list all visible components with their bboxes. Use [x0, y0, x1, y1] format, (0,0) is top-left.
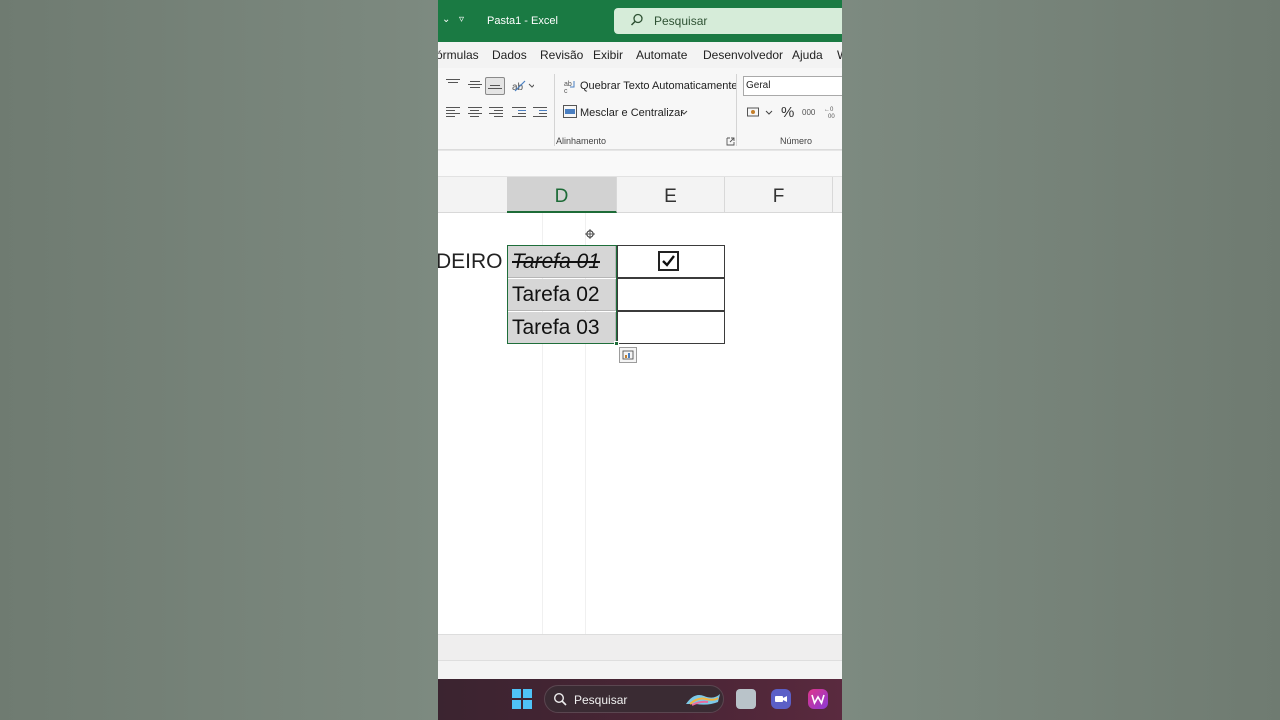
- svg-text:←0: ←0: [824, 107, 834, 113]
- search-highlight-icon: [686, 694, 720, 706]
- group-label-alignment: Alinhamento: [556, 136, 607, 146]
- tab-formulas[interactable]: órmulas: [438, 48, 479, 62]
- ribbon-separator: [554, 74, 555, 146]
- align-right-icon[interactable]: [489, 107, 503, 119]
- ribbon-tabs: órmulas Dados Revisão Exibir Automate De…: [438, 42, 842, 68]
- tab-revisao[interactable]: Revisão: [540, 48, 583, 62]
- chevron-down-icon[interactable]: [765, 110, 773, 116]
- column-headers: D E F: [438, 176, 842, 213]
- worksheet-grid[interactable]: DEIRO Tarefa 01 Tarefa 02 Tarefa 03: [438, 213, 842, 634]
- sheet-tabs-bar: [438, 634, 842, 660]
- excel-window: ⌄ ▿ Pasta1 - Excel Pesquisar órmulas Dad…: [438, 0, 842, 720]
- column-header-e[interactable]: E: [617, 177, 725, 213]
- tab-automate[interactable]: Automate: [636, 48, 687, 62]
- tab-dados[interactable]: Dados: [492, 48, 527, 62]
- svg-text:00: 00: [828, 114, 835, 119]
- ribbon-panel: ab ab c Quebrar Texto Automaticamente Me…: [438, 68, 842, 150]
- chevron-down-icon[interactable]: [680, 110, 688, 116]
- task-view-icon[interactable]: [736, 689, 756, 709]
- merge-center-button[interactable]: Mesclar e Centralizar: [580, 107, 684, 119]
- number-format-select[interactable]: Geral: [743, 76, 842, 96]
- quick-analysis-button[interactable]: [619, 347, 637, 363]
- fill-handle[interactable]: [614, 341, 619, 346]
- merge-center-icon: [563, 105, 577, 118]
- w-logo-icon: [811, 694, 825, 705]
- windows-start-icon[interactable]: [512, 689, 532, 709]
- align-left-icon[interactable]: [446, 107, 460, 119]
- background-left: [0, 0, 438, 720]
- increase-decimal-icon[interactable]: ←0 00: [824, 105, 840, 119]
- align-middle-icon[interactable]: [468, 81, 482, 93]
- search-icon: [630, 13, 643, 26]
- document-title: Pasta1 - Excel: [487, 15, 558, 27]
- decrease-indent-icon[interactable]: [512, 107, 526, 119]
- status-bar: [438, 660, 842, 679]
- svg-text:c: c: [564, 88, 568, 93]
- quick-access-dropdown[interactable]: ⌄: [442, 14, 450, 25]
- selection-range: [507, 245, 617, 344]
- tab-ajuda[interactable]: Ajuda: [792, 48, 823, 62]
- column-header-d[interactable]: D: [507, 177, 617, 213]
- cell-cursor-icon: [585, 229, 595, 239]
- column-header-f[interactable]: F: [725, 177, 833, 213]
- video-camera-icon: [775, 696, 787, 702]
- background-right: [842, 0, 1280, 720]
- tab-desenvolvedor[interactable]: Desenvolvedor: [703, 48, 783, 62]
- orientation-icon[interactable]: ab: [512, 79, 534, 93]
- align-bottom-icon: [488, 82, 502, 94]
- align-center-icon[interactable]: [468, 107, 482, 119]
- taskbar-search-placeholder: Pesquisar: [574, 693, 628, 707]
- wrap-text-icon: ab c: [564, 81, 575, 93]
- windows-taskbar: Pesquisar: [438, 679, 842, 720]
- row-label-partial[interactable]: DEIRO: [438, 250, 503, 274]
- checkbox-cell-2[interactable]: [617, 278, 725, 311]
- comma-style-button[interactable]: 000: [802, 108, 815, 117]
- search-icon: [553, 692, 567, 706]
- percent-style-button[interactable]: %: [781, 104, 794, 121]
- formula-bar-area: [438, 150, 842, 176]
- ribbon-separator: [736, 74, 737, 146]
- office-app-icon[interactable]: [808, 689, 828, 709]
- group-label-number: Número: [780, 136, 813, 146]
- increase-indent-icon[interactable]: [533, 107, 547, 119]
- checkbox-cell-3[interactable]: [617, 311, 725, 344]
- tab-more[interactable]: W: [837, 48, 842, 62]
- quick-analysis-icon: [622, 350, 634, 360]
- tab-exibir[interactable]: Exibir: [593, 48, 623, 62]
- title-bar: ⌄ ▿ Pasta1 - Excel Pesquisar: [438, 0, 842, 42]
- align-top-icon[interactable]: [446, 79, 460, 91]
- wrap-text-button[interactable]: Quebrar Texto Automaticamente: [580, 80, 738, 92]
- customize-quick-access[interactable]: ▿: [459, 14, 464, 25]
- currency-format-icon[interactable]: [747, 106, 763, 118]
- checkmark-icon: [662, 255, 675, 267]
- task-checkbox-checked[interactable]: [658, 251, 679, 271]
- search-placeholder: Pesquisar: [654, 14, 708, 28]
- search-box[interactable]: Pesquisar: [614, 8, 842, 34]
- dialog-launcher-icon[interactable]: [726, 137, 735, 146]
- teams-icon[interactable]: [771, 689, 791, 709]
